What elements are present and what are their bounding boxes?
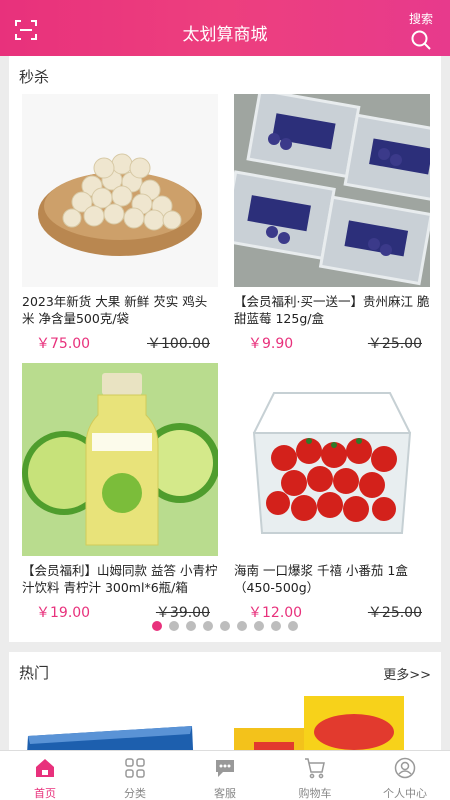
pagination-dot[interactable] — [169, 621, 179, 631]
product-price: ￥12.00 — [248, 605, 303, 621]
tab-label: 首页 — [34, 787, 56, 800]
product-card[interactable]: 海南 一口爆浆 千禧 小番茄 1盒（450-500g） ￥12.00 ￥25.0… — [234, 363, 430, 622]
pagination-dot[interactable] — [220, 621, 230, 631]
product-card[interactable]: 【会员福利·买一送一】贵州麻江 脆甜蓝莓 125g/盒 ￥9.90 ￥25.00 — [234, 94, 430, 353]
product-price: ￥9.90 — [248, 336, 294, 352]
pagination-dot[interactable] — [186, 621, 196, 631]
search-icon — [411, 30, 431, 50]
tab-label: 分类 — [124, 787, 146, 800]
product-image[interactable] — [22, 363, 218, 556]
product-price: ￥19.00 — [36, 605, 91, 621]
product-name: 海南 一口爆浆 千禧 小番茄 1盒（450-500g） — [234, 563, 408, 595]
pagination-dot[interactable] — [203, 621, 213, 631]
page-title: 太划算商城 — [182, 25, 268, 45]
product-old-price: ￥39.00 — [155, 605, 210, 621]
product-image[interactable] — [234, 363, 430, 556]
tab-category[interactable]: 分类 — [90, 751, 180, 800]
user-icon — [394, 757, 416, 779]
bottom-tabbar: 首页 分类 客服 购物车 个人中心 — [0, 750, 450, 800]
product-old-price: ￥25.00 — [367, 336, 422, 352]
hot-title: 热门 — [19, 664, 50, 682]
product-image[interactable] — [234, 94, 430, 287]
tab-label: 购物车 — [298, 787, 332, 800]
tab-label: 客服 — [214, 787, 236, 800]
product-card[interactable]: 【会员福利】山姆同款 益答 小青柠汁饮料 青柠汁 300ml*6瓶/箱 ￥19.… — [22, 363, 218, 622]
search-label: 搜索 — [408, 12, 433, 26]
search-button[interactable]: 搜索 — [404, 10, 438, 52]
product-name: 2023年新货 大果 新鲜 芡实 鸡头米 净含量500克/袋 — [22, 294, 208, 326]
product-image[interactable] — [22, 94, 218, 287]
grid-icon — [125, 758, 145, 778]
hot-product-image[interactable] — [234, 692, 430, 750]
flash-sale-section: 秒杀 2023年新货 大果 新鲜 芡实 鸡头米 净含量500克/袋 ￥75.00… — [9, 56, 441, 642]
product-name: 【会员福利】山姆同款 益答 小青柠汁饮料 青柠汁 300ml*6瓶/箱 — [22, 563, 218, 595]
pagination-dot[interactable] — [288, 621, 298, 631]
product-card[interactable]: 2023年新货 大果 新鲜 芡实 鸡头米 净含量500克/袋 ￥75.00 ￥1… — [22, 94, 218, 353]
pagination-dot-active[interactable] — [152, 621, 162, 631]
more-link[interactable]: 更多>> — [383, 664, 431, 683]
product-old-price: ￥25.00 — [367, 605, 422, 621]
hot-section: 热门 更多>> — [9, 652, 441, 750]
product-price: ￥75.00 — [36, 336, 91, 352]
product-old-price: ￥100.00 — [147, 336, 210, 352]
tab-service[interactable]: 客服 — [180, 751, 270, 800]
cart-icon — [305, 758, 325, 779]
main-content[interactable]: 秒杀 2023年新货 大果 新鲜 芡实 鸡头米 净含量500克/袋 ￥75.00… — [0, 56, 450, 750]
carousel-pagination — [9, 621, 441, 631]
pagination-dot[interactable] — [254, 621, 264, 631]
home-icon — [36, 759, 54, 777]
pagination-dot[interactable] — [271, 621, 281, 631]
tab-cart[interactable]: 购物车 — [270, 751, 360, 800]
pagination-dot[interactable] — [237, 621, 247, 631]
app-header: 太划算商城 搜索 — [0, 0, 450, 56]
tab-profile[interactable]: 个人中心 — [360, 751, 450, 800]
flash-sale-title: 秒杀 — [19, 68, 50, 86]
tab-label: 个人中心 — [383, 787, 427, 800]
hot-product-image[interactable] — [22, 716, 218, 750]
product-name: 【会员福利·买一送一】贵州麻江 脆甜蓝莓 125g/盒 — [234, 294, 430, 326]
chat-icon — [216, 760, 234, 777]
tab-home[interactable]: 首页 — [0, 751, 90, 800]
